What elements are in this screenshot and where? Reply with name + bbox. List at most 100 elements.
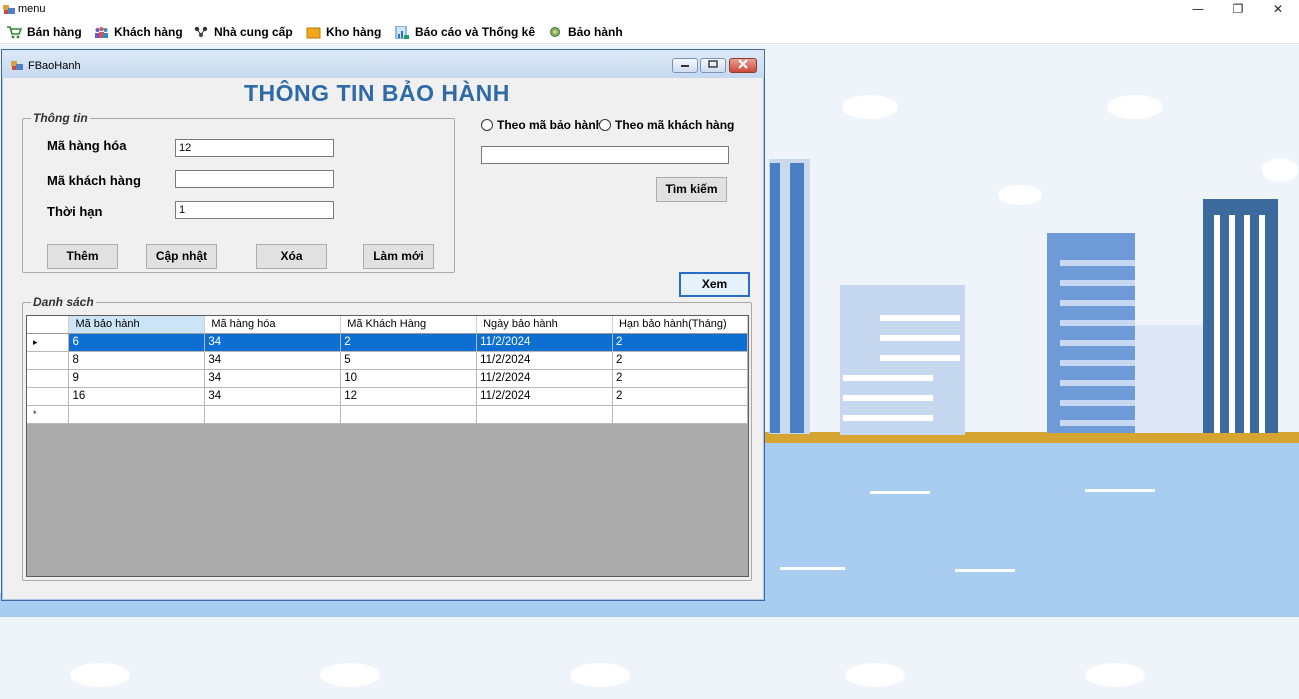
minimize-icon [681,65,689,67]
row-header[interactable]: * [27,405,70,424]
table-cell[interactable]: 9 [68,369,206,388]
column-header-warranty-term[interactable]: Hạn bảo hành(Tháng) [612,316,748,334]
menu-bar: Bán hàng Khách hàng Nhà cung cấp Kho hàn… [0,20,1299,44]
table-cell[interactable] [68,405,206,424]
form-title: FBaoHanh [28,60,81,72]
search-input[interactable] [481,146,729,164]
delete-button[interactable]: Xóa [256,244,327,269]
table-cell[interactable]: 11/2/2024 [476,369,613,388]
menu-item-label: Nhà cung cấp [214,25,293,39]
table-cell[interactable]: 34 [204,387,342,406]
table-cell[interactable]: 2 [612,387,748,406]
info-legend: Thông tin [33,111,88,125]
menu-item-reports[interactable]: Báo cáo và Thống kê [395,23,535,41]
warranty-data-grid[interactable]: Mã bảo hành Mã hàng hóa Mã Khách Hàng Ng… [26,315,749,577]
grid-table: Mã bảo hành Mã hàng hóa Mã Khách Hàng Ng… [27,316,748,424]
table-row[interactable]: 16 34 12 11/2/2024 2 [27,387,748,406]
minimize-button[interactable]: — [1178,0,1218,20]
close-icon [738,59,748,69]
app-icon [3,5,15,14]
table-cell[interactable]: 2 [340,333,478,352]
update-button[interactable]: Cập nhật [146,244,217,269]
term-input[interactable] [175,201,334,219]
new-row[interactable]: * [27,405,748,424]
window-titlebar: menu — ❐ ✕ [0,0,1299,20]
term-label: Thời hạn [47,204,103,219]
warehouse-icon [306,27,321,38]
row-header[interactable]: ▸ [27,333,70,352]
table-cell[interactable]: 6 [68,333,206,352]
menu-item-customers[interactable]: Khách hàng [94,23,183,41]
table-row[interactable]: 8 34 5 11/2/2024 2 [27,351,748,370]
page-title: THÔNG TIN BẢO HÀNH [244,80,510,106]
table-cell[interactable]: 34 [204,351,342,370]
row-header[interactable] [27,387,70,406]
product-code-label: Mã hàng hóa [47,138,127,153]
window-title: menu [18,3,46,15]
restore-icon [708,60,718,68]
table-cell[interactable] [340,405,478,424]
warranty-form: FBaoHanh THÔNG TIN BẢO HÀNH Thông tin Mã… [1,49,765,601]
radio-by-customer-code[interactable]: Theo mã khách hàng [599,118,734,132]
table-cell[interactable]: 2 [612,369,748,388]
table-cell[interactable]: 11/2/2024 [476,387,613,406]
refresh-button[interactable]: Làm mới [363,244,434,269]
table-cell[interactable]: 34 [204,369,342,388]
search-button[interactable]: Tìm kiếm [656,177,727,202]
menu-item-label: Bảo hành [568,25,623,39]
table-cell[interactable] [612,405,748,424]
table-cell[interactable] [204,405,342,424]
table-cell[interactable]: 34 [204,333,342,352]
close-button[interactable]: ✕ [1258,0,1298,20]
table-cell[interactable]: 8 [68,351,206,370]
cart-icon [7,25,22,38]
radio-label: Theo mã khách hàng [615,118,735,132]
menu-item-label: Khách hàng [114,25,183,39]
grid-corner-header[interactable] [27,316,70,334]
row-header[interactable] [27,351,70,370]
radio-by-warranty-code[interactable]: Theo mã bảo hành [481,118,603,132]
table-cell[interactable]: 2 [612,351,748,370]
menu-item-suppliers[interactable]: Nhà cung cấp [194,23,293,41]
table-cell[interactable]: 11/2/2024 [476,333,613,352]
menu-item-sales[interactable]: Bán hàng [7,23,82,41]
table-row[interactable]: ▸ 6 34 2 11/2/2024 2 [27,333,748,352]
list-legend: Danh sách [33,295,94,309]
table-cell[interactable] [476,405,613,424]
menu-item-warehouse[interactable]: Kho hàng [306,23,381,41]
row-header[interactable] [27,369,70,388]
table-row[interactable]: 9 34 10 11/2/2024 2 [27,369,748,388]
column-header-warranty-code[interactable]: Mã bảo hành [68,316,206,334]
table-cell[interactable]: 12 [340,387,478,406]
form-restore-button[interactable] [700,58,726,73]
menu-item-label: Kho hàng [326,25,382,39]
menu-item-label: Báo cáo và Thống kê [415,25,536,39]
radio-circle [599,119,611,131]
table-cell[interactable]: 5 [340,351,478,370]
product-code-input[interactable] [175,139,334,157]
add-button[interactable]: Thêm [47,244,118,269]
form-icon [11,61,23,70]
customer-code-label: Mã khách hàng [47,173,141,188]
menu-item-warranty[interactable]: Bảo hành [548,23,623,41]
customer-code-input[interactable] [175,170,334,188]
customers-icon [95,26,108,38]
suppliers-icon [194,26,208,37]
form-titlebar: FBaoHanh [2,50,764,78]
table-cell[interactable]: 2 [612,333,748,352]
warranty-icon [550,26,560,37]
radio-label: Theo mã bảo hành [497,118,604,132]
menu-item-label: Bán hàng [27,25,82,39]
form-minimize-button[interactable] [672,58,698,73]
table-cell[interactable]: 10 [340,369,478,388]
table-cell[interactable]: 16 [68,387,206,406]
restore-button[interactable]: ❐ [1218,0,1258,20]
column-header-customer-code[interactable]: Mã Khách Hàng [340,316,478,334]
column-header-warranty-date[interactable]: Ngày bảo hành [476,316,613,334]
form-close-button[interactable] [729,58,757,73]
table-cell[interactable]: 11/2/2024 [476,351,613,370]
view-button[interactable]: Xem [679,272,750,297]
column-header-product-code[interactable]: Mã hàng hóa [204,316,342,334]
report-icon [395,25,409,39]
radio-circle [481,119,493,131]
